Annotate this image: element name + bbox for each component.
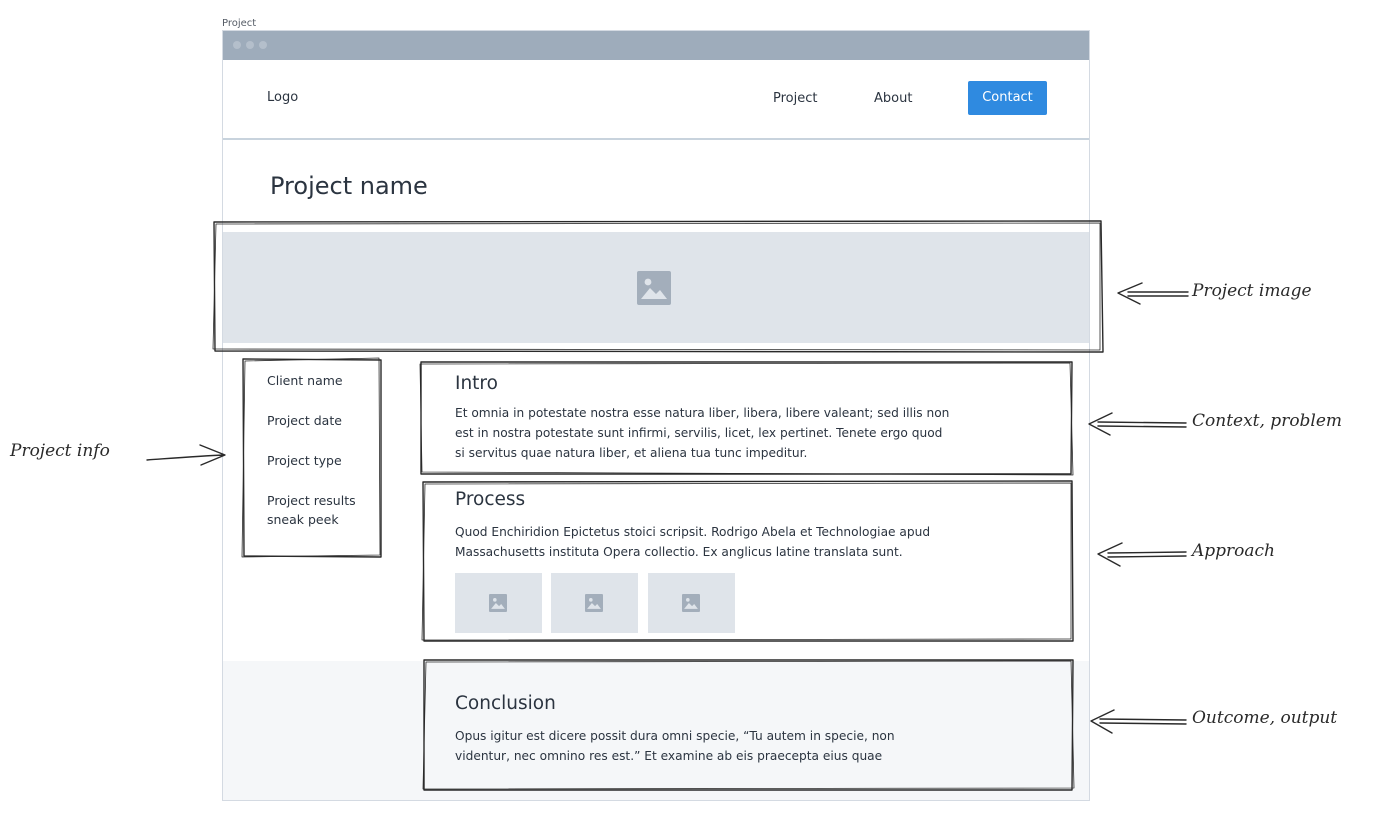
info-project-type: Project type <box>267 453 342 468</box>
info-project-results: Project results sneak peek <box>267 493 356 527</box>
process-thumbnail <box>648 573 735 633</box>
nav-link-project[interactable]: Project <box>773 91 817 106</box>
annotation-project-info: Project info <box>10 441 110 461</box>
arrow-project-image <box>1117 282 1189 305</box>
window-close-dot[interactable] <box>233 41 241 49</box>
annotation-outcome: Outcome, output <box>1192 708 1338 728</box>
frame-label: Project <box>222 18 257 29</box>
intro-title: Intro <box>455 373 498 394</box>
nav-link-about[interactable]: About <box>874 91 912 106</box>
image-placeholder-icon <box>489 594 507 612</box>
conclusion-body: Opus igitur est dicere possit dura omni … <box>455 729 895 763</box>
logo[interactable]: Logo <box>267 90 298 105</box>
browser-window: Logo Project About Contact Project name … <box>222 30 1090 801</box>
process-thumbnail <box>455 573 542 633</box>
contact-button[interactable]: Contact <box>968 81 1047 115</box>
arrow-outcome <box>1090 709 1187 734</box>
conclusion-title: Conclusion <box>455 693 556 714</box>
arrow-project-info <box>146 444 226 466</box>
arrow-context <box>1088 412 1187 436</box>
hero-image-placeholder <box>223 232 1089 343</box>
intro-body: Et omnia in potestate nostra esse natura… <box>455 406 950 460</box>
image-placeholder-icon <box>585 594 603 612</box>
process-body: Quod Enchiridion Epictetus stoici scrips… <box>455 525 931 559</box>
info-client-name: Client name <box>267 373 343 388</box>
process-title: Process <box>455 489 526 510</box>
arrow-approach <box>1097 542 1187 567</box>
info-project-date: Project date <box>267 413 342 428</box>
image-placeholder-icon <box>637 271 671 305</box>
annotation-approach: Approach <box>1192 541 1276 561</box>
annotation-context: Context, problem <box>1192 411 1343 431</box>
window-maximize-dot[interactable] <box>259 41 267 49</box>
annotation-project-image: Project image <box>1192 281 1312 301</box>
navbar: Logo Project About Contact <box>223 60 1089 140</box>
page-title: Project name <box>270 172 428 200</box>
image-placeholder-icon <box>682 594 700 612</box>
process-thumbnail <box>551 573 638 633</box>
window-minimize-dot[interactable] <box>246 41 254 49</box>
window-titlebar <box>223 31 1089 60</box>
